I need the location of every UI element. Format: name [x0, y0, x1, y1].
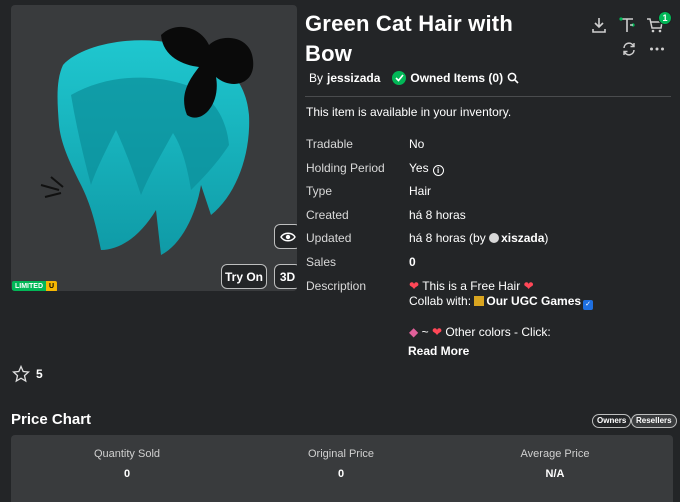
description-line: ◆ ~ ❤ Other colors - Click: — [409, 325, 669, 340]
owned-items-link[interactable]: Owned Items (0) — [392, 71, 519, 85]
verified-badge-icon: ✓ — [583, 299, 594, 310]
avatar — [489, 233, 500, 243]
favorite-count: 5 — [36, 367, 43, 381]
description-line: ❤ This is a Free Hair ❤ — [409, 279, 669, 294]
updated-by-user-link[interactable]: xiszada — [501, 231, 544, 245]
detail-value: Hair — [409, 184, 432, 198]
view-3d-button[interactable]: 3D — [274, 264, 297, 289]
search-icon[interactable] — [507, 72, 519, 84]
read-more-link[interactable]: Read More — [408, 344, 469, 358]
refresh-icon[interactable] — [618, 38, 640, 60]
detail-value: há 8 horas — [409, 208, 466, 222]
stat-label: Average Price — [520, 448, 590, 460]
byline: By jessizada Owned Items (0) — [309, 71, 519, 85]
check-icon — [392, 71, 407, 85]
detail-label: Holding Period — [306, 161, 385, 175]
collab-group-link[interactable]: Our UGC Games — [486, 294, 581, 308]
heart-icon: ❤ — [431, 324, 442, 339]
updated-prefix: há 8 horas (by — [409, 231, 486, 245]
item-title: Green Cat Hair with Bow — [305, 9, 555, 69]
hair-preview-image — [40, 26, 254, 255]
header-divider — [305, 96, 671, 97]
detail-value: No — [409, 137, 425, 151]
heart-icon: ❤ — [409, 279, 420, 293]
heart-icon: ❤ — [523, 279, 534, 293]
description-tilde: ~ — [421, 324, 429, 339]
description-line: Collab with: Our UGC Games ✓ — [409, 294, 669, 310]
detail-label: Sales — [306, 255, 337, 269]
price-stats-panel: Quantity Sold 0 Original Price 0 Average… — [11, 435, 673, 502]
inventory-message: This item is available in your inventory… — [306, 105, 512, 119]
detail-value: há 8 horas (by xiszada) — [409, 231, 548, 245]
limited-u-badge: LIMITED U — [12, 281, 58, 291]
item-title-line2: Bow — [305, 41, 353, 66]
stat-label: Quantity Sold — [93, 448, 161, 460]
stat-value: 0 — [337, 468, 345, 480]
description-line1-text: This is a Free Hair — [422, 279, 521, 293]
try-on-button[interactable]: Try On — [221, 264, 267, 289]
description-text: ❤ This is a Free Hair ❤ Collab with: Our… — [409, 279, 669, 345]
favorite-control[interactable]: 5 — [12, 365, 43, 383]
stat-value: N/A — [545, 468, 565, 480]
holding-value: Yes — [409, 161, 429, 175]
more-options-icon[interactable] — [646, 38, 668, 60]
collab-prefix: Collab with: — [409, 294, 472, 308]
detail-label: Tradable — [306, 137, 353, 151]
price-chart-title: Price Chart — [11, 411, 92, 428]
stat-label: Original Price — [307, 448, 375, 460]
updated-suffix: ) — [544, 231, 549, 245]
owned-items-label: Owned Items (0) — [410, 71, 504, 85]
resellers-tab[interactable]: Resellers — [631, 414, 677, 428]
download-icon[interactable] — [588, 14, 610, 36]
detail-value: Yes i — [409, 161, 444, 176]
item-thumbnail: LIMITED U Try On 3D — [11, 5, 297, 291]
star-icon[interactable] — [12, 365, 30, 383]
info-icon[interactable]: i — [432, 165, 444, 176]
limited-badge-label: LIMITED — [12, 281, 46, 291]
detail-label: Description — [306, 279, 367, 293]
by-prefix: By — [309, 71, 324, 85]
creator-link[interactable]: jessizada — [327, 71, 380, 85]
detail-value: 0 — [409, 255, 416, 269]
detail-label: Updated — [306, 231, 352, 245]
other-colors-text: Other colors - Click: — [445, 324, 551, 339]
eye-icon — [279, 232, 296, 241]
item-title-line1: Green Cat Hair with — [305, 11, 513, 36]
cart-count-badge: 1 — [658, 11, 672, 25]
stat-value: 0 — [123, 468, 131, 480]
group-icon — [474, 296, 485, 306]
toggle-view-button[interactable] — [274, 224, 297, 249]
detail-label: Type — [306, 184, 333, 198]
gem-icon: ◆ — [409, 324, 419, 339]
owners-tab[interactable]: Owners — [592, 414, 632, 428]
unique-badge-label: U — [46, 281, 58, 291]
configure-icon[interactable] — [616, 14, 638, 36]
detail-label: Created — [306, 208, 349, 222]
